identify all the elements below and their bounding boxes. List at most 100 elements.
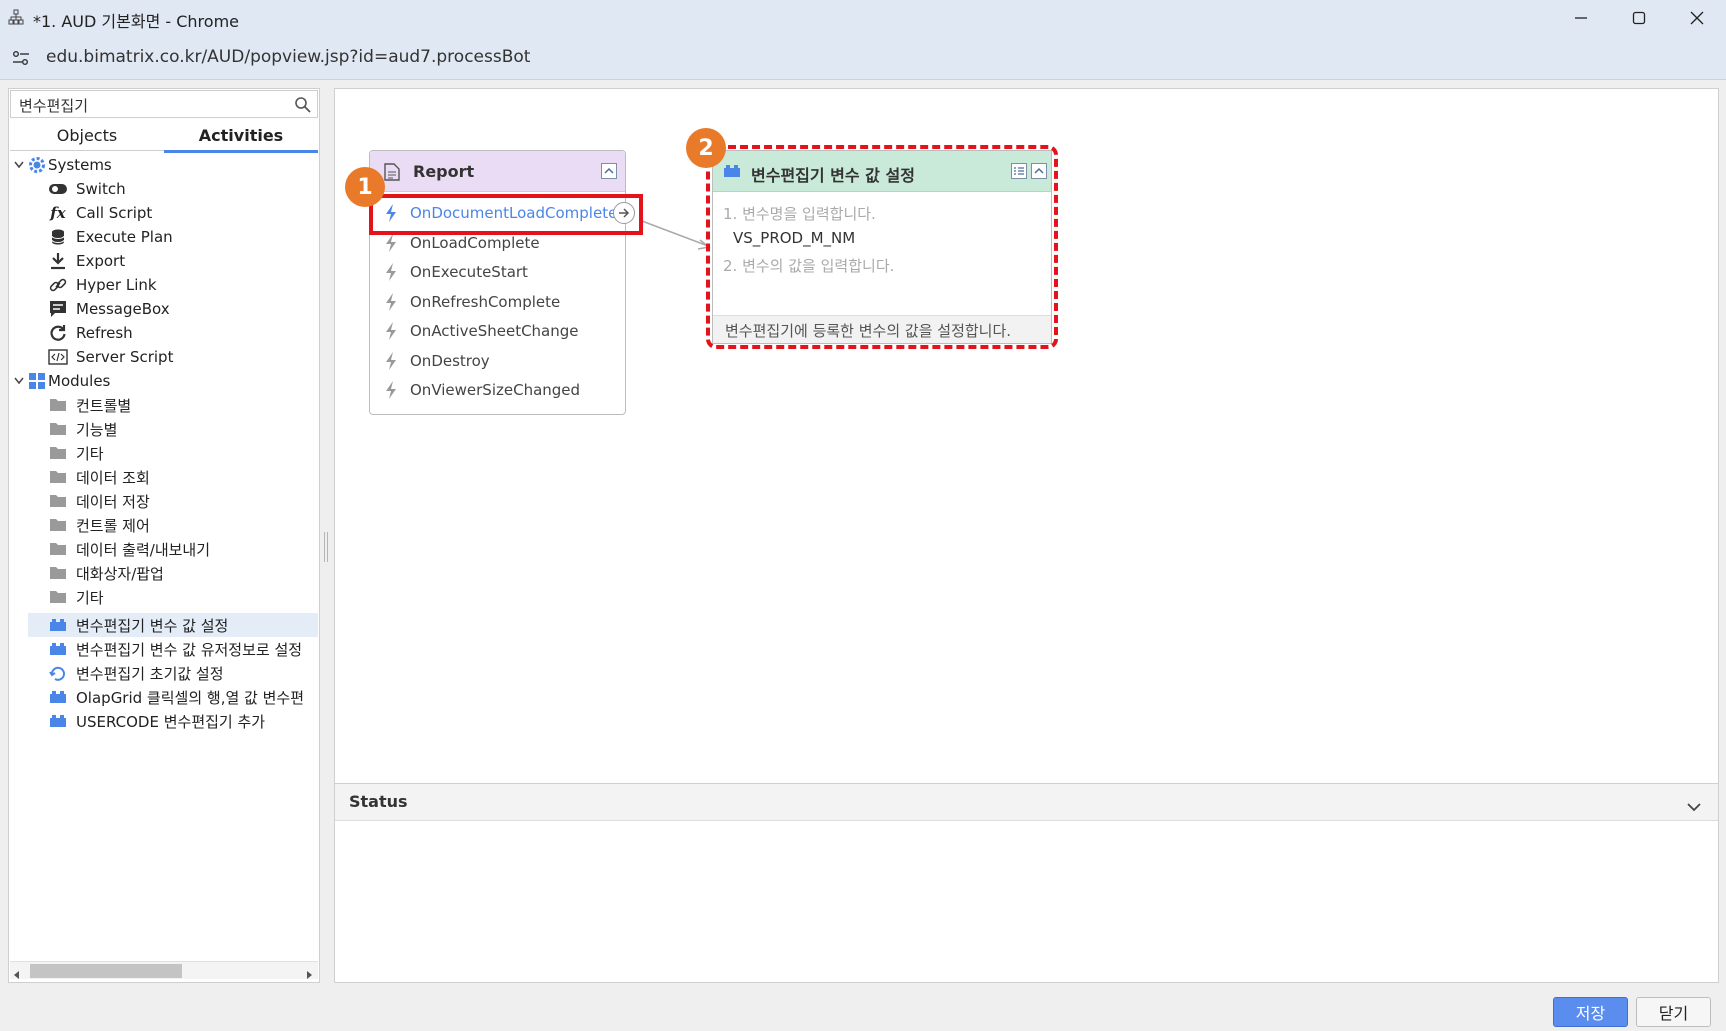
status-title: Status	[349, 792, 408, 811]
lightning-icon	[382, 292, 400, 312]
event-item[interactable]: OnRefreshComplete	[382, 288, 560, 316]
event-label: OnViewerSizeChanged	[410, 381, 581, 399]
folder-icon	[48, 540, 68, 558]
tree-label: 변수편집기 변수 값 설정	[76, 616, 229, 635]
horizontal-scrollbar[interactable]	[10, 961, 318, 979]
tree-label: Modules	[48, 372, 111, 390]
event-item[interactable]: OnViewerSizeChanged	[382, 376, 580, 404]
search-icon[interactable]	[294, 96, 312, 114]
search-input-value: 변수편집기	[19, 97, 89, 115]
tree-label: 데이터 조회	[76, 468, 150, 487]
scroll-thumb[interactable]	[30, 964, 182, 978]
fx-icon: fx	[50, 204, 66, 222]
close-window-button[interactable]	[1668, 0, 1726, 36]
lightning-icon	[382, 321, 400, 341]
tree-item-module[interactable]: USERCODE 변수편집기 추가	[48, 709, 265, 733]
tree-folder[interactable]: 기능별	[48, 417, 117, 441]
report-node[interactable]: Report OnDocumentLoadComplete OnLoadComp…	[369, 150, 635, 415]
download-icon	[48, 252, 68, 270]
module-icon	[48, 640, 68, 658]
message-icon	[48, 300, 68, 318]
close-button[interactable]: 닫기	[1636, 997, 1711, 1027]
grid-icon	[26, 372, 48, 390]
tree-label: 컨트롤별	[76, 396, 132, 415]
tree-label: OlapGrid 클릭셀의 행,열 값 변수편	[76, 688, 305, 707]
search-input[interactable]: 변수편집기	[10, 90, 318, 118]
tree-folder[interactable]: 컨트롤 제어	[48, 513, 150, 537]
tree-label: 변수편집기 초기값 설정	[76, 664, 224, 683]
address-bar: edu.bimatrix.co.kr/AUD/popview.jsp?id=au…	[0, 36, 1726, 80]
url-text[interactable]: edu.bimatrix.co.kr/AUD/popview.jsp?id=au…	[46, 47, 530, 67]
scroll-right-icon[interactable]	[306, 966, 314, 984]
splitter-handle[interactable]	[324, 532, 328, 562]
chevron-down-icon[interactable]	[12, 161, 26, 169]
folder-icon	[48, 564, 68, 582]
tree-node-modules[interactable]: Modules	[12, 369, 110, 393]
tree-folder[interactable]: 기타	[48, 441, 104, 465]
tab-objects[interactable]: Objects	[10, 122, 164, 151]
chevron-down-icon[interactable]	[1687, 797, 1701, 816]
event-label: OnLoadComplete	[410, 234, 540, 252]
chevron-down-icon[interactable]	[12, 377, 26, 385]
tree-label: Call Script	[76, 204, 153, 222]
maximize-button[interactable]	[1610, 0, 1668, 36]
tree-item-switch[interactable]: Switch	[48, 177, 126, 201]
event-item[interactable]: OnDestroy	[382, 347, 490, 375]
tree-label: 기타	[76, 588, 104, 607]
module-icon	[48, 688, 68, 706]
tab-activities[interactable]: Activities	[164, 122, 318, 153]
tree-item-selected[interactable]: 변수편집기 변수 값 설정	[28, 613, 318, 637]
tree-folder[interactable]: 대화상자/팝업	[48, 561, 164, 585]
report-node-header: Report	[370, 151, 625, 192]
collapse-button[interactable]	[601, 163, 617, 179]
toggle-icon	[48, 180, 68, 198]
tree-item-server-script[interactable]: Server Script	[48, 345, 173, 369]
document-icon	[384, 163, 400, 185]
tree-item-call-script[interactable]: fx Call Script	[48, 201, 152, 225]
tree-item-execute-plan[interactable]: Execute Plan	[48, 225, 173, 249]
tree-folder[interactable]: 컨트롤별	[48, 393, 131, 417]
palette-tabs: Objects Activities	[10, 122, 318, 153]
folder-icon	[48, 492, 68, 510]
status-header[interactable]: Status	[335, 784, 1718, 821]
reset-icon	[48, 664, 68, 682]
lightning-icon	[382, 262, 400, 282]
tree-folder[interactable]: 기타	[48, 585, 104, 609]
tree-label: 기타	[76, 444, 104, 463]
lightning-icon	[382, 233, 400, 253]
code-icon	[48, 348, 68, 366]
save-button[interactable]: 저장	[1553, 997, 1628, 1027]
event-label: OnRefreshComplete	[410, 293, 561, 311]
event-item[interactable]: OnActiveSheetChange	[382, 317, 579, 345]
sitemap-icon	[8, 9, 24, 25]
highlight-box-2	[706, 145, 1058, 349]
tree-item-export[interactable]: Export	[48, 249, 125, 273]
tree-item-module[interactable]: OlapGrid 클릭셀의 행,열 값 변수편	[48, 685, 318, 709]
tree-node-systems[interactable]: Systems	[12, 153, 112, 177]
refresh-icon	[48, 324, 68, 342]
module-icon	[48, 712, 68, 730]
tree-label: Execute Plan	[76, 228, 173, 246]
tree-folder[interactable]: 데이터 출력/내보내기	[48, 537, 210, 561]
tree-label: Hyper Link	[76, 276, 157, 294]
link-icon	[48, 276, 68, 294]
highlight-box-1	[369, 194, 643, 235]
lightning-icon	[382, 380, 400, 400]
scroll-left-icon[interactable]	[12, 966, 20, 984]
database-icon	[48, 228, 68, 246]
tree-item-refresh[interactable]: Refresh	[48, 321, 133, 345]
tree-item-messagebox[interactable]: MessageBox	[48, 297, 170, 321]
folder-icon	[48, 396, 68, 414]
tree-item-hyper-link[interactable]: Hyper Link	[48, 273, 157, 297]
tree-label: Server Script	[76, 348, 174, 366]
tree-folder[interactable]: 데이터 조회	[48, 465, 150, 489]
event-item[interactable]: OnExecuteStart	[382, 258, 528, 286]
tree-label: 데이터 출력/내보내기	[76, 540, 211, 559]
tree-folder[interactable]: 데이터 저장	[48, 489, 150, 513]
tree-label: Refresh	[76, 324, 133, 342]
site-settings-icon[interactable]	[12, 50, 30, 66]
folder-icon	[48, 420, 68, 438]
tree-item-module[interactable]: 변수편집기 초기값 설정	[48, 661, 224, 685]
tree-item-module[interactable]: 변수편집기 변수 값 유저정보로 설정	[48, 637, 318, 661]
minimize-button[interactable]	[1552, 0, 1610, 36]
